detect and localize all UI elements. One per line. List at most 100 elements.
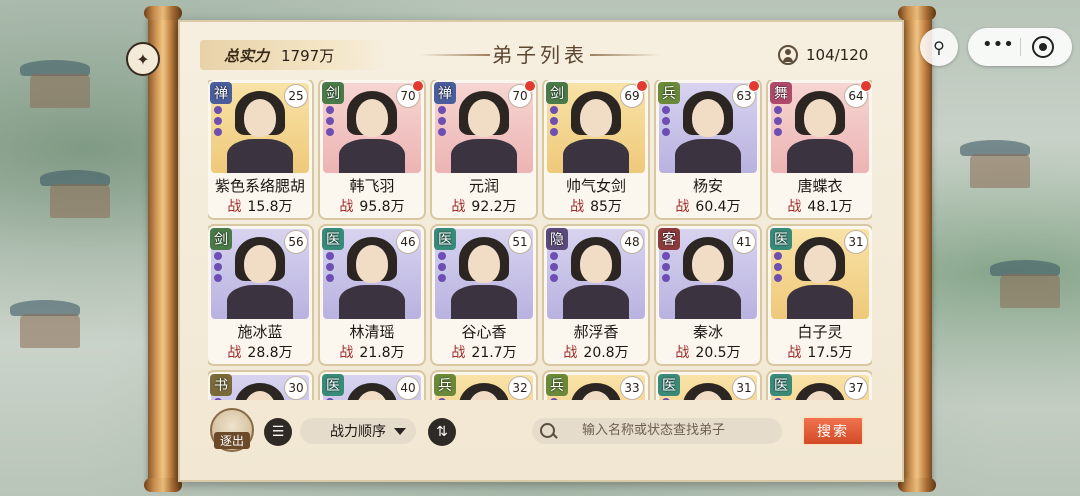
disciple-card[interactable]: 医 46 林清瑶战 21.8万 [320,226,424,364]
skill-gems [550,398,558,400]
disciple-name: 韩飞羽 [349,177,395,195]
power-value: 48.1万 [807,199,853,215]
power-value: 20.8万 [583,345,629,361]
total-power-banner: 总实力 1797万 [200,40,388,70]
sect-emblem-icon[interactable]: ✦ [126,42,160,76]
class-badge: 隐 [546,228,568,250]
level-badge: 56 [284,230,308,254]
power-prefix: 战 [451,199,466,215]
disciple-card[interactable]: 客 41 秦冰战 20.5万 [656,226,760,364]
disciple-power: 战 20.8万 [544,342,648,362]
power-prefix: 战 [675,345,690,361]
chevron-down-icon [394,428,406,435]
skill-gems [662,252,670,285]
disciple-card[interactable]: 剑 56 施冰蓝战 28.8万 [208,226,312,364]
disciple-power: 战 92.2万 [432,196,536,216]
disciple-power: 战 17.5万 [768,342,872,362]
location-pin-icon[interactable]: ⚲ [920,28,958,66]
disciple-card[interactable]: 兵 32 [432,372,536,400]
disciple-count: 104/120 [778,42,868,68]
level-badge: 40 [396,376,420,400]
level-badge: 37 [844,376,868,400]
disciple-card[interactable]: 禅 70 元润战 92.2万 [432,80,536,218]
class-badge: 剑 [546,82,568,104]
disciple-name: 元润 [468,177,499,195]
disciple-card[interactable]: 剑 70 韩飞羽战 95.8万 [320,80,424,218]
notification-dot [748,80,760,92]
disciple-power: 战 21.8万 [320,342,424,362]
skill-gems [326,106,334,139]
search-button[interactable]: 搜索 [802,416,864,446]
disciple-card[interactable]: 医 51 谷心香战 21.7万 [432,226,536,364]
disciple-power: 战 15.8万 [208,196,312,216]
class-badge: 医 [770,374,792,396]
notification-dot [524,80,536,92]
disciple-power: 战 60.4万 [656,196,760,216]
disciple-card[interactable]: 医 31 [656,372,760,400]
disciple-power: 战 95.8万 [320,196,424,216]
skill-gems [662,398,670,400]
level-badge: 30 [284,376,308,400]
power-prefix: 战 [227,345,242,361]
skill-gems [326,252,334,285]
disciple-card[interactable]: 医 31 白子灵战 17.5万 [768,226,872,364]
disciple-name: 秦冰 [692,323,723,341]
disciple-name: 白子灵 [797,323,843,341]
disciple-card[interactable]: 禅 25 紫色系络腮胡战 15.8万 [208,80,312,218]
disciple-power: 战 28.8万 [208,342,312,362]
class-badge: 客 [658,228,680,250]
disciple-card[interactable]: 医 37 [768,372,872,400]
level-badge: 41 [732,230,756,254]
title-ornament-right [590,54,660,56]
search-placeholder: 输入名称或状态查找弟子 [582,423,726,438]
level-badge: 25 [284,84,308,108]
class-badge: 兵 [434,374,456,396]
disciple-card[interactable]: 剑 69 帅气女剑战 85万 [544,80,648,218]
disciple-name: 郝浮香 [573,323,619,341]
disciple-card[interactable]: 隐 48 郝浮香战 20.8万 [544,226,648,364]
power-prefix: 战 [787,199,802,215]
power-value: 20.5万 [695,345,741,361]
power-value: 17.5万 [807,345,853,361]
disciple-card[interactable]: 书 30 [208,372,312,400]
disciple-card[interactable]: 兵 33 [544,372,648,400]
class-badge: 医 [434,228,456,250]
total-power-value: 1797万 [281,46,335,65]
disciple-name: 唐蝶衣 [797,177,843,195]
disciple-card[interactable]: 兵 63 杨安战 60.4万 [656,80,760,218]
disciple-name: 施冰蓝 [237,323,283,341]
disciple-card[interactable]: 医 40 [320,372,424,400]
power-prefix: 战 [787,345,802,361]
close-miniprogram-icon[interactable] [1032,36,1054,58]
skill-gems [214,106,222,139]
skill-gems [662,106,670,139]
disciple-name: 杨安 [692,177,723,195]
disciple-name: 帅气女剑 [565,177,626,195]
power-prefix: 战 [675,199,690,215]
level-badge: 51 [508,230,532,254]
disciple-power: 战 21.7万 [432,342,536,362]
person-icon [778,45,798,65]
class-badge: 医 [322,228,344,250]
notification-dot [412,80,424,92]
disciple-name: 谷心香 [461,323,507,341]
disciple-power: 战 48.1万 [768,196,872,216]
level-badge: 31 [732,376,756,400]
power-value: 85万 [590,199,622,215]
sort-dropdown[interactable]: 战力顺序 [300,418,416,444]
search-icon [540,423,555,438]
class-badge: 禅 [210,82,232,104]
power-prefix: 战 [570,199,585,215]
skill-gems [438,398,446,400]
skill-gems [438,106,446,139]
disciple-power: 战 20.5万 [656,342,760,362]
class-badge: 剑 [322,82,344,104]
filter-list-icon[interactable]: ☰ [264,418,292,446]
level-badge: 46 [396,230,420,254]
sort-order-toggle-icon[interactable]: ⇅ [428,418,456,446]
disciple-card[interactable]: 舞 64 唐蝶衣战 48.1万 [768,80,872,218]
search-input[interactable]: 输入名称或状态查找弟子 [532,418,782,444]
power-prefix: 战 [227,199,242,215]
disciple-name: 林清瑶 [349,323,395,341]
more-options-icon[interactable]: ••• [982,34,1014,60]
